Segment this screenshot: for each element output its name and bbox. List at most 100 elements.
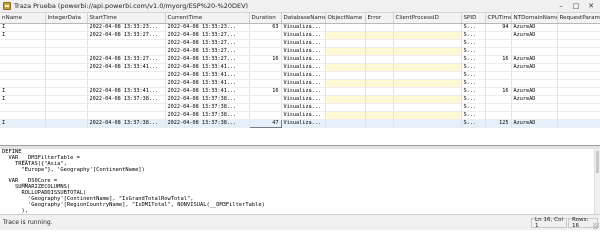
status-bar: Trace is running. Ln 16, Col 1 Rows: 16 (0, 214, 600, 230)
table-cell: AzureAD (511, 119, 558, 128)
vertical-scroll-thumb[interactable] (596, 151, 599, 173)
table-cell (393, 95, 462, 104)
table-row[interactable]: 2022-04-08 13:33:27... 2022-04-08 13:33:2… (0, 55, 600, 64)
table-cell: AzureAD (511, 95, 558, 104)
table-cell: Visualiza... (281, 87, 326, 96)
table-cell (365, 111, 394, 120)
table-cell: Visualiza... (281, 111, 326, 120)
table-cell (249, 63, 282, 72)
title-bar: Traza Prueba (powerbi://api.powerbi.com/… (0, 0, 600, 13)
table-row[interactable]: 2022-04-08 13:33:41... Visualiza... S... (0, 71, 600, 80)
column-header[interactable]: DatabaseName (281, 13, 326, 24)
table-cell (393, 63, 462, 72)
resize-grip-icon[interactable] (593, 223, 599, 229)
table-cell: 94 (485, 23, 512, 32)
table-cell: 2022-04-08 13:37:38... (165, 103, 250, 112)
table-cell (325, 95, 366, 104)
table-cell (485, 71, 512, 80)
table-row[interactable]: I 2022-04-08 13:33:41... 2022-04-08 13:33:… (0, 87, 600, 96)
column-header[interactable]: Error (365, 13, 394, 24)
table-cell (557, 23, 600, 32)
table-cell (45, 55, 88, 64)
table-row[interactable]: 2022-04-08 13:33:41... Visualiza... S... (0, 79, 600, 88)
minimize-button[interactable]: – (554, 1, 568, 11)
table-cell: 2022-04-08 13:37:38... (165, 119, 250, 128)
table-cell: S... (461, 47, 486, 56)
column-header[interactable]: IntegerData (45, 13, 88, 24)
table-cell: Visualiza... (281, 39, 326, 48)
table-row[interactable]: I 2022-04-08 13:37:38... 2022-04-08 13:37:… (0, 118, 600, 128)
table-cell: 2022-04-08 13:33:23... (87, 23, 166, 32)
trace-status: Trace is running. (3, 219, 53, 226)
table-cell (511, 103, 558, 112)
table-cell (45, 95, 88, 104)
table-cell: S... (461, 39, 486, 48)
close-button[interactable]: ✕ (584, 1, 598, 11)
table-cell (393, 103, 462, 112)
table-cell (393, 39, 462, 48)
window-controls: – □ ✕ (554, 1, 598, 11)
table-cell (325, 39, 366, 48)
table-cell: Visualiza... (281, 47, 326, 56)
table-row[interactable]: 2022-04-08 13:37:38... Visualiza... S... (0, 111, 600, 120)
vertical-scrollbar[interactable] (594, 149, 600, 214)
table-cell (365, 63, 394, 72)
table-cell (393, 111, 462, 120)
table-cell (485, 103, 512, 112)
table-cell (87, 79, 166, 88)
table-cell (45, 71, 88, 80)
table-cell (0, 47, 46, 56)
table-row[interactable]: 2022-04-08 13:33:27... Visualiza... S... (0, 39, 600, 48)
table-cell: 2022-04-08 13:33:27... (87, 55, 166, 64)
table-row[interactable]: I 2022-04-08 13:37:38... 2022-04-08 13:37:… (0, 95, 600, 104)
table-cell (87, 47, 166, 56)
table-cell (365, 119, 394, 128)
column-header[interactable]: ObjectName (325, 13, 366, 24)
table-row[interactable]: 2022-04-08 13:33:41... 2022-04-08 13:33:4… (0, 63, 600, 72)
table-cell (393, 79, 462, 88)
table-row[interactable]: 2022-04-08 13:37:38... Visualiza... S... (0, 103, 600, 112)
column-header[interactable]: CurrentTime (165, 13, 250, 24)
table-cell (249, 39, 282, 48)
table-cell (45, 119, 88, 128)
column-header[interactable]: NTDomainName (511, 13, 558, 24)
table-cell: I (0, 31, 46, 40)
table-cell (485, 31, 512, 40)
table-cell (0, 55, 46, 64)
column-header[interactable]: CPUTime (485, 13, 512, 24)
column-header[interactable]: nName (0, 13, 46, 24)
table-cell: AzureAD (511, 31, 558, 40)
column-header[interactable]: Duration (249, 13, 282, 24)
table-cell (365, 79, 394, 88)
column-header[interactable]: RequestParameter (557, 13, 600, 24)
table-cell (325, 31, 366, 40)
table-cell (557, 119, 600, 128)
table-row[interactable]: I 2022-04-08 13:33:23... 2022-04-08 13:33:… (0, 23, 600, 32)
trace-grid[interactable]: nName IntegerData StartTime CurrentTime Dura… (0, 13, 600, 146)
table-cell: Visualiza... (281, 23, 326, 32)
table-cell (511, 47, 558, 56)
query-text-pane[interactable]: DEFINE VAR __DM3FilterTable = TREATAS({"… (0, 149, 594, 214)
table-cell: AzureAD (511, 55, 558, 64)
table-row[interactable]: 2022-04-08 13:33:27... Visualiza... S... (0, 47, 600, 56)
table-row[interactable]: I 2022-04-08 13:33:27... 2022-04-08 13:33:… (0, 31, 600, 40)
table-cell (45, 23, 88, 32)
table-cell (485, 79, 512, 88)
table-cell (45, 103, 88, 112)
table-cell (249, 95, 282, 104)
column-header[interactable]: StartTime (87, 13, 166, 24)
table-cell: 2022-04-08 13:37:38... (165, 111, 250, 120)
table-cell: 2022-04-08 13:33:27... (87, 31, 166, 40)
table-cell (249, 111, 282, 120)
table-cell (557, 63, 600, 72)
table-cell (557, 55, 600, 64)
table-cell: Visualiza... (281, 95, 326, 104)
table-cell: 2022-04-08 13:37:38... (165, 95, 250, 104)
table-cell (365, 23, 394, 32)
cursor-position: Ln 16, Col 1 (531, 217, 567, 229)
maximize-button[interactable]: □ (569, 1, 583, 11)
table-cell: 2022-04-08 13:33:27... (165, 31, 250, 40)
table-cell (249, 47, 282, 56)
column-header[interactable]: ClientProcessID (393, 13, 462, 24)
column-header[interactable]: SPID (461, 13, 486, 24)
